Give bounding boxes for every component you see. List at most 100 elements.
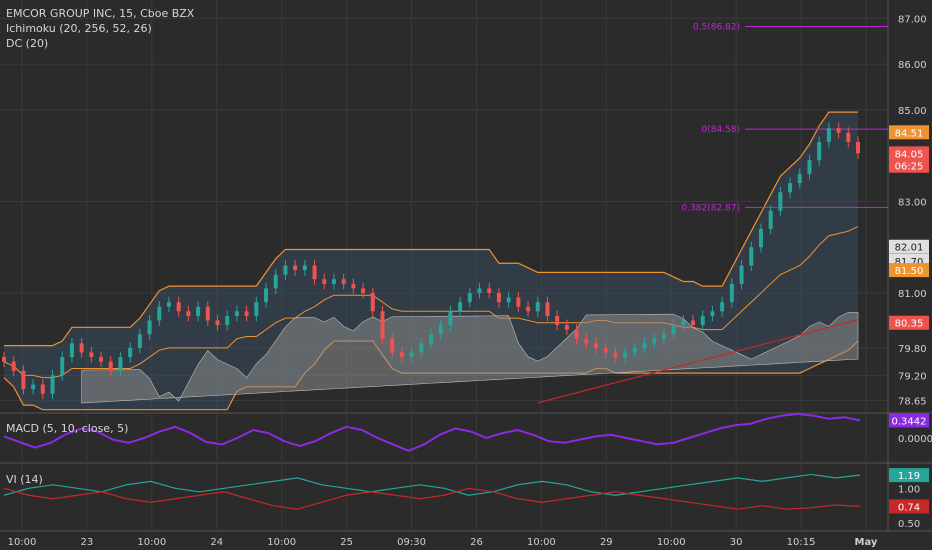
macd-axis-label: 0.3442 <box>892 416 927 427</box>
x-tick-label: 26 <box>470 537 483 548</box>
candle-body <box>331 279 336 284</box>
x-tick-label: 10:00 <box>527 537 556 548</box>
candle-body <box>264 288 269 303</box>
donchian-legend[interactable]: DC (20) <box>6 36 194 51</box>
candle-body <box>205 306 210 321</box>
candle-body <box>118 357 123 371</box>
x-tick-label: 10:00 <box>137 537 166 548</box>
candle-body <box>429 334 433 344</box>
candle-body <box>215 320 220 326</box>
candle-body <box>196 306 201 316</box>
candle-body <box>254 302 259 316</box>
candle-body <box>836 128 841 133</box>
candle-body <box>467 292 472 303</box>
candle-body <box>361 288 366 293</box>
candle-body <box>584 338 589 344</box>
x-tick-label: 10:00 <box>657 537 686 548</box>
candle-body <box>79 343 84 353</box>
y-tick-label: 79.20 <box>898 371 927 382</box>
symbol-title[interactable]: EMCOR GROUP INC, 15, Cboe BZX <box>6 6 194 21</box>
y-tick-label: 81.00 <box>898 289 927 300</box>
candle-body <box>40 384 45 394</box>
candle-body <box>632 347 637 353</box>
x-tick-label: 10:00 <box>8 537 37 548</box>
x-tick-label: 10:00 <box>267 537 296 548</box>
candle-body <box>31 384 36 390</box>
candle-body <box>409 352 414 358</box>
candle-body <box>399 352 404 358</box>
vi-legend[interactable]: VI (14) <box>6 472 43 487</box>
candle-body <box>758 228 763 248</box>
price-axis-label: 84.51 <box>895 128 924 139</box>
candle-body <box>11 361 16 371</box>
candle-body <box>691 320 696 326</box>
candle-body <box>176 302 181 312</box>
candle-body <box>128 347 133 358</box>
x-tick-label: 24 <box>210 537 223 548</box>
price-axis-label: 06:25 <box>895 162 924 173</box>
candle-body <box>623 352 628 358</box>
candle-body <box>652 338 657 344</box>
candle-body <box>137 334 142 348</box>
x-tick-label: May <box>855 537 878 548</box>
candle-body <box>710 311 715 316</box>
price-chart-svg[interactable]: 10:00 23 10:00 24 10:00 25 09:30 26 10:00 29 10:00… <box>0 0 932 550</box>
candle-body <box>749 247 754 266</box>
candle-body <box>846 132 851 142</box>
x-tick-label: 30 <box>730 537 743 548</box>
candle-body <box>797 173 802 184</box>
candle-body <box>60 357 65 376</box>
candle-body <box>390 338 395 353</box>
candle-body <box>826 128 831 142</box>
vi-axis-label: 0.74 <box>898 502 920 513</box>
y-tick-label: 87.00 <box>898 14 927 25</box>
candle-body <box>293 265 298 271</box>
candle-body <box>729 283 734 303</box>
candle-body <box>99 357 104 362</box>
candle-body <box>535 302 540 312</box>
candle-body <box>506 297 511 303</box>
candle-body <box>50 375 55 394</box>
candle-body <box>438 325 443 335</box>
candle-body <box>768 210 773 229</box>
candle-body <box>487 288 492 293</box>
candle-body <box>720 302 725 312</box>
vi-axis-label: 1.19 <box>898 471 920 482</box>
candle-body <box>603 347 608 353</box>
candle-body <box>477 288 482 293</box>
x-tick-label: 29 <box>600 537 613 548</box>
candle-body <box>681 320 686 326</box>
candle-body <box>555 315 560 326</box>
candle-body <box>322 279 327 284</box>
chart-root: 10:00 23 10:00 24 10:00 25 09:30 26 10:00 29 10:00… <box>0 0 932 550</box>
candle-body <box>642 343 647 348</box>
candle-body <box>496 292 501 303</box>
price-axis-label: 84.05 <box>895 149 924 160</box>
chart-legend: EMCOR GROUP INC, 15, Cboe BZX Ichimoku (… <box>6 6 194 51</box>
x-tick-label: 09:30 <box>397 537 426 548</box>
candle-body <box>574 329 579 339</box>
macd-legend[interactable]: MACD (5, 10, close, 5) <box>6 421 128 436</box>
y-tick-label: 83.00 <box>898 197 927 208</box>
candle-body <box>458 302 463 312</box>
candle-body <box>671 325 676 335</box>
vi-y-tick: 0.50 <box>898 519 920 530</box>
candle-body <box>21 370 26 390</box>
candle-body <box>564 325 569 330</box>
y-tick-label: 85.00 <box>898 106 927 117</box>
candle-body <box>351 283 356 289</box>
ichimoku-legend[interactable]: Ichimoku (20, 256, 52, 26) <box>6 21 194 36</box>
price-axis-label: 80.35 <box>895 319 924 330</box>
y-tick-label: 78.65 <box>898 397 927 408</box>
candle-body <box>526 306 531 312</box>
x-tick-label: 10:15 <box>787 537 816 548</box>
candle-body <box>778 192 783 211</box>
candle-body <box>186 311 191 316</box>
candle-body <box>302 265 307 271</box>
candle-body <box>147 320 152 335</box>
y-tick-label: 79.80 <box>898 344 927 355</box>
candle-body <box>516 297 521 307</box>
candle-body <box>545 302 550 316</box>
fib-level-label: 0.5(86.82) <box>693 23 740 33</box>
candle-body <box>157 306 162 321</box>
